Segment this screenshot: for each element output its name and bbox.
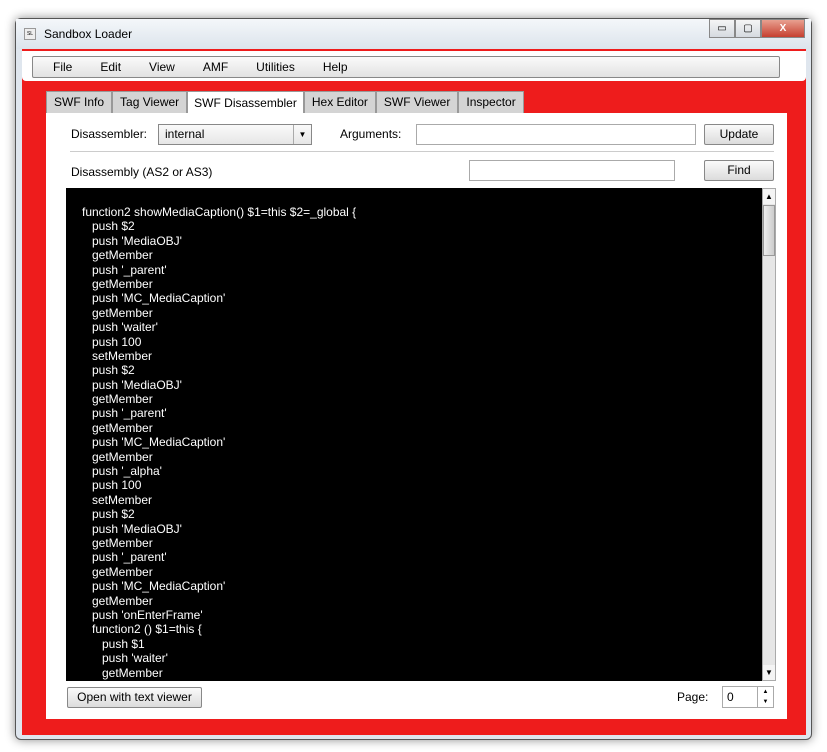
menu-file[interactable]: File: [53, 60, 72, 74]
code-line: push 'MC_MediaCaption': [82, 435, 226, 450]
vertical-scrollbar[interactable]: ▲ ▼: [762, 188, 776, 681]
code-line: push '_parent': [82, 406, 167, 421]
menu-bar: File Edit View AMF Utilities Help: [32, 56, 780, 78]
code-line: getMember: [82, 665, 163, 680]
code-line: push 'MediaOBJ': [82, 377, 182, 392]
arguments-label: Arguments:: [340, 127, 402, 141]
tab-tag-viewer[interactable]: Tag Viewer: [112, 91, 188, 113]
menu-utilities[interactable]: Utilities: [256, 60, 295, 74]
code-line: push 'MC_MediaCaption': [82, 579, 226, 594]
chevron-down-icon[interactable]: ▼: [293, 125, 311, 144]
tab-swf-info[interactable]: SWF Info: [46, 91, 113, 113]
scroll-up-icon[interactable]: ▲: [763, 189, 775, 204]
code-line: push $2: [82, 363, 135, 378]
open-text-viewer-button[interactable]: Open with text viewer: [67, 687, 202, 708]
maximize-button[interactable]: ▢: [735, 19, 761, 38]
disassembly-output[interactable]: function2 showMediaCaption() $1=this $2=…: [66, 188, 762, 681]
scroll-thumb[interactable]: [763, 205, 775, 256]
code-line: getMember: [82, 420, 153, 435]
tab-hex-editor[interactable]: Hex Editor: [303, 91, 376, 113]
spin-up-icon[interactable]: ▲: [757, 687, 773, 697]
code-line: function2 showMediaCaption() $1=this $2=…: [82, 205, 357, 219]
code-line: push 'MediaOBJ': [82, 233, 182, 248]
tab-inspector[interactable]: Inspector: [458, 91, 524, 113]
code-line: push '_alpha': [82, 464, 162, 479]
disassembler-label: Disassembler:: [71, 127, 148, 141]
code-line: push 'onEnterFrame': [82, 607, 203, 622]
find-button[interactable]: Find: [704, 160, 774, 181]
disassembler-panel: Disassembler: internal ▼ Arguments: Updat…: [46, 113, 787, 719]
tab-swf-disassembler[interactable]: SWF Disassembler: [187, 91, 304, 114]
code-line: push 'waiter': [82, 320, 158, 335]
code-line: push 'MC_MediaCaption': [82, 291, 226, 306]
code-line: getMember: [82, 593, 153, 608]
app-icon: SL: [24, 28, 36, 40]
code-line: function2 () $1=this {: [82, 622, 202, 637]
code-line: setMember: [82, 348, 153, 363]
close-button[interactable]: X: [761, 19, 805, 38]
find-input[interactable]: [469, 160, 675, 181]
code-line: push 'MediaOBJ': [82, 521, 182, 536]
content-area: File Edit View AMF Utilities Help SWF In…: [22, 49, 806, 735]
menu-edit[interactable]: Edit: [100, 60, 121, 74]
code-line: getMember: [82, 248, 153, 263]
window-title: Sandbox Loader: [44, 27, 133, 41]
menu-view[interactable]: View: [149, 60, 175, 74]
code-line: push $2: [82, 219, 135, 234]
tab-swf-viewer[interactable]: SWF Viewer: [375, 91, 459, 113]
code-line: push 'waiter': [82, 651, 168, 666]
divider: [70, 151, 774, 152]
disassembler-value: internal: [165, 127, 205, 141]
spin-down-icon[interactable]: ▼: [757, 697, 773, 707]
minimize-button[interactable]: ▭: [709, 19, 735, 38]
menu-help[interactable]: Help: [323, 60, 348, 74]
page-value: 0: [727, 690, 734, 704]
disassembler-select[interactable]: internal ▼: [158, 124, 312, 145]
code-line: push $2: [82, 507, 135, 522]
arguments-input[interactable]: [416, 124, 696, 145]
app-window: SL Sandbox Loader ▭ ▢ X File Edit View A…: [15, 18, 812, 740]
code-line: push $1: [82, 636, 145, 651]
title-bar[interactable]: SL Sandbox Loader ▭ ▢ X: [16, 19, 811, 49]
code-line: getMember: [82, 564, 153, 579]
code-line: push '_parent': [82, 262, 167, 277]
code-line: getMember: [82, 276, 153, 291]
code-line: getMember: [82, 449, 153, 464]
code-line: push 100: [82, 334, 142, 349]
menu-amf[interactable]: AMF: [203, 60, 228, 74]
code-line: getMember: [82, 305, 153, 320]
code-line: setMember: [82, 492, 153, 507]
page-label: Page:: [677, 690, 709, 704]
code-line: push '_parent': [82, 550, 167, 565]
page-spinner[interactable]: 0 ▲ ▼: [722, 686, 774, 708]
code-line: getMember: [82, 392, 153, 407]
scroll-down-icon[interactable]: ▼: [763, 665, 775, 680]
code-line: getMember: [82, 535, 153, 550]
disassembly-label: Disassembly (AS2 or AS3): [71, 165, 213, 179]
update-button[interactable]: Update: [704, 124, 774, 145]
tab-bar: SWF Info Tag Viewer SWF Disassembler Hex…: [46, 91, 524, 114]
code-line: push 100: [82, 478, 142, 493]
